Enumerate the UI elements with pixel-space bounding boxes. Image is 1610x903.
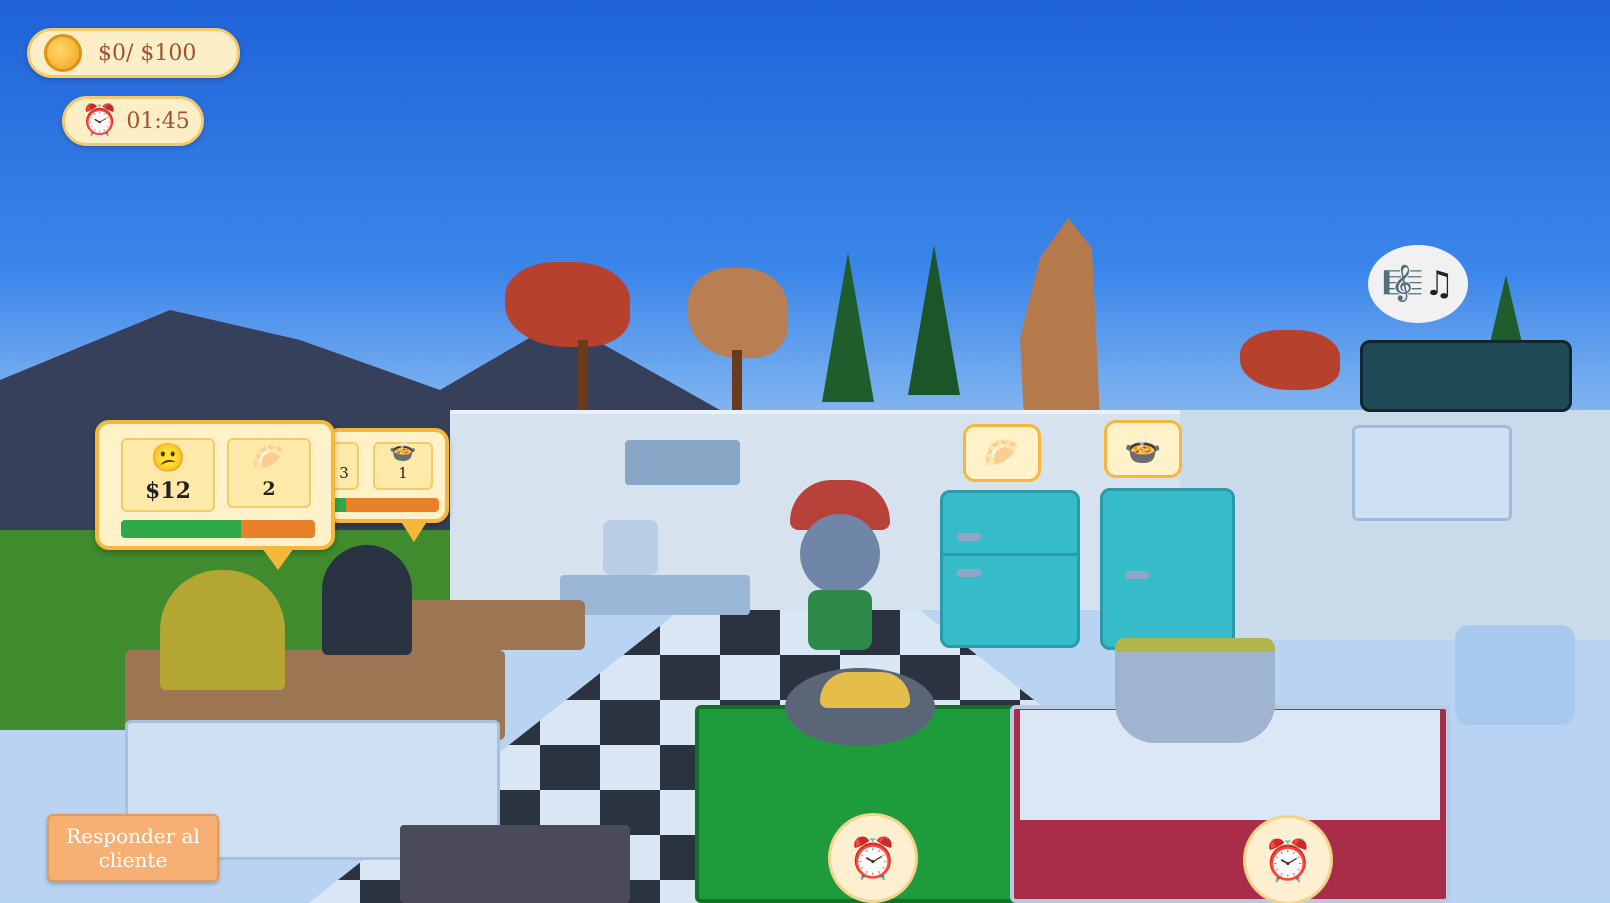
soup-dish-indicator: 🍲 bbox=[1104, 420, 1182, 478]
customer-order-bubble[interactable]: 😕 $12 🥟 2 bbox=[95, 420, 335, 550]
trash-bin-dark[interactable] bbox=[322, 545, 412, 655]
order-item-count: 2 bbox=[262, 478, 276, 500]
empanada-icon: 🥟 bbox=[251, 441, 287, 474]
customer-order-bubble-back[interactable]: 3 🍲 1 bbox=[325, 428, 449, 523]
sink-counter bbox=[560, 575, 750, 615]
trash-bin-yellow[interactable] bbox=[160, 570, 285, 690]
pine-tree bbox=[822, 252, 874, 402]
music-notes-icon: 🎼♫ bbox=[1381, 264, 1455, 304]
order-item-count: 3 bbox=[339, 464, 349, 482]
tomato-crate[interactable] bbox=[400, 825, 630, 903]
patience-bar bbox=[329, 498, 439, 512]
empanadas-in-pan bbox=[820, 672, 910, 708]
tip-card: 😕 $12 bbox=[121, 438, 215, 512]
paper-towel-shelf bbox=[625, 440, 740, 485]
alarm-clock-icon: ⏰ bbox=[1263, 837, 1313, 884]
order-item-count: 1 bbox=[398, 464, 408, 482]
order-item-card: 🍲 1 bbox=[373, 438, 433, 490]
soup-timer: ⏰ bbox=[1243, 815, 1333, 903]
fridge-empanada[interactable] bbox=[940, 490, 1080, 648]
fridge-soup[interactable] bbox=[1100, 488, 1235, 650]
timer-label: 01:45 bbox=[126, 108, 190, 134]
music-toggle[interactable]: 🎼♫ bbox=[1368, 245, 1468, 323]
soup-pot-icon: 🍲 bbox=[389, 438, 417, 464]
alarm-clock-icon: ⏰ bbox=[848, 835, 898, 882]
level-timer: ⏰ 01:45 bbox=[62, 96, 204, 146]
soup-pot[interactable] bbox=[1115, 638, 1275, 743]
soup-pot-icon: 🍲 bbox=[1124, 431, 1162, 467]
jars bbox=[1455, 625, 1575, 725]
wall-cabinet bbox=[1352, 425, 1512, 521]
alarm-clock-icon: ⏰ bbox=[81, 103, 119, 138]
customer-face-icon: 😕 bbox=[150, 441, 186, 474]
plate-stack bbox=[603, 520, 658, 575]
tip-label: $12 bbox=[145, 478, 191, 504]
pine-tree bbox=[908, 245, 960, 395]
respond-customer-button[interactable]: Responder al cliente bbox=[47, 814, 219, 882]
frying-timer: ⏰ bbox=[828, 813, 918, 903]
order-item-card: 🥟 2 bbox=[227, 438, 311, 508]
chef-character bbox=[790, 480, 890, 660]
radio[interactable] bbox=[1360, 340, 1572, 412]
tree-brown bbox=[688, 268, 788, 358]
rock-pillar bbox=[1020, 218, 1100, 418]
tree-red-right bbox=[1240, 330, 1340, 390]
empanada-icon: 🥟 bbox=[983, 435, 1021, 471]
coin-icon bbox=[44, 34, 82, 72]
tree-red bbox=[505, 262, 630, 347]
money-label: $0/ $100 bbox=[98, 40, 197, 66]
empanada-dish-indicator: 🥟 bbox=[963, 424, 1041, 482]
money-counter: $0/ $100 bbox=[27, 28, 240, 78]
patience-bar bbox=[121, 520, 315, 538]
